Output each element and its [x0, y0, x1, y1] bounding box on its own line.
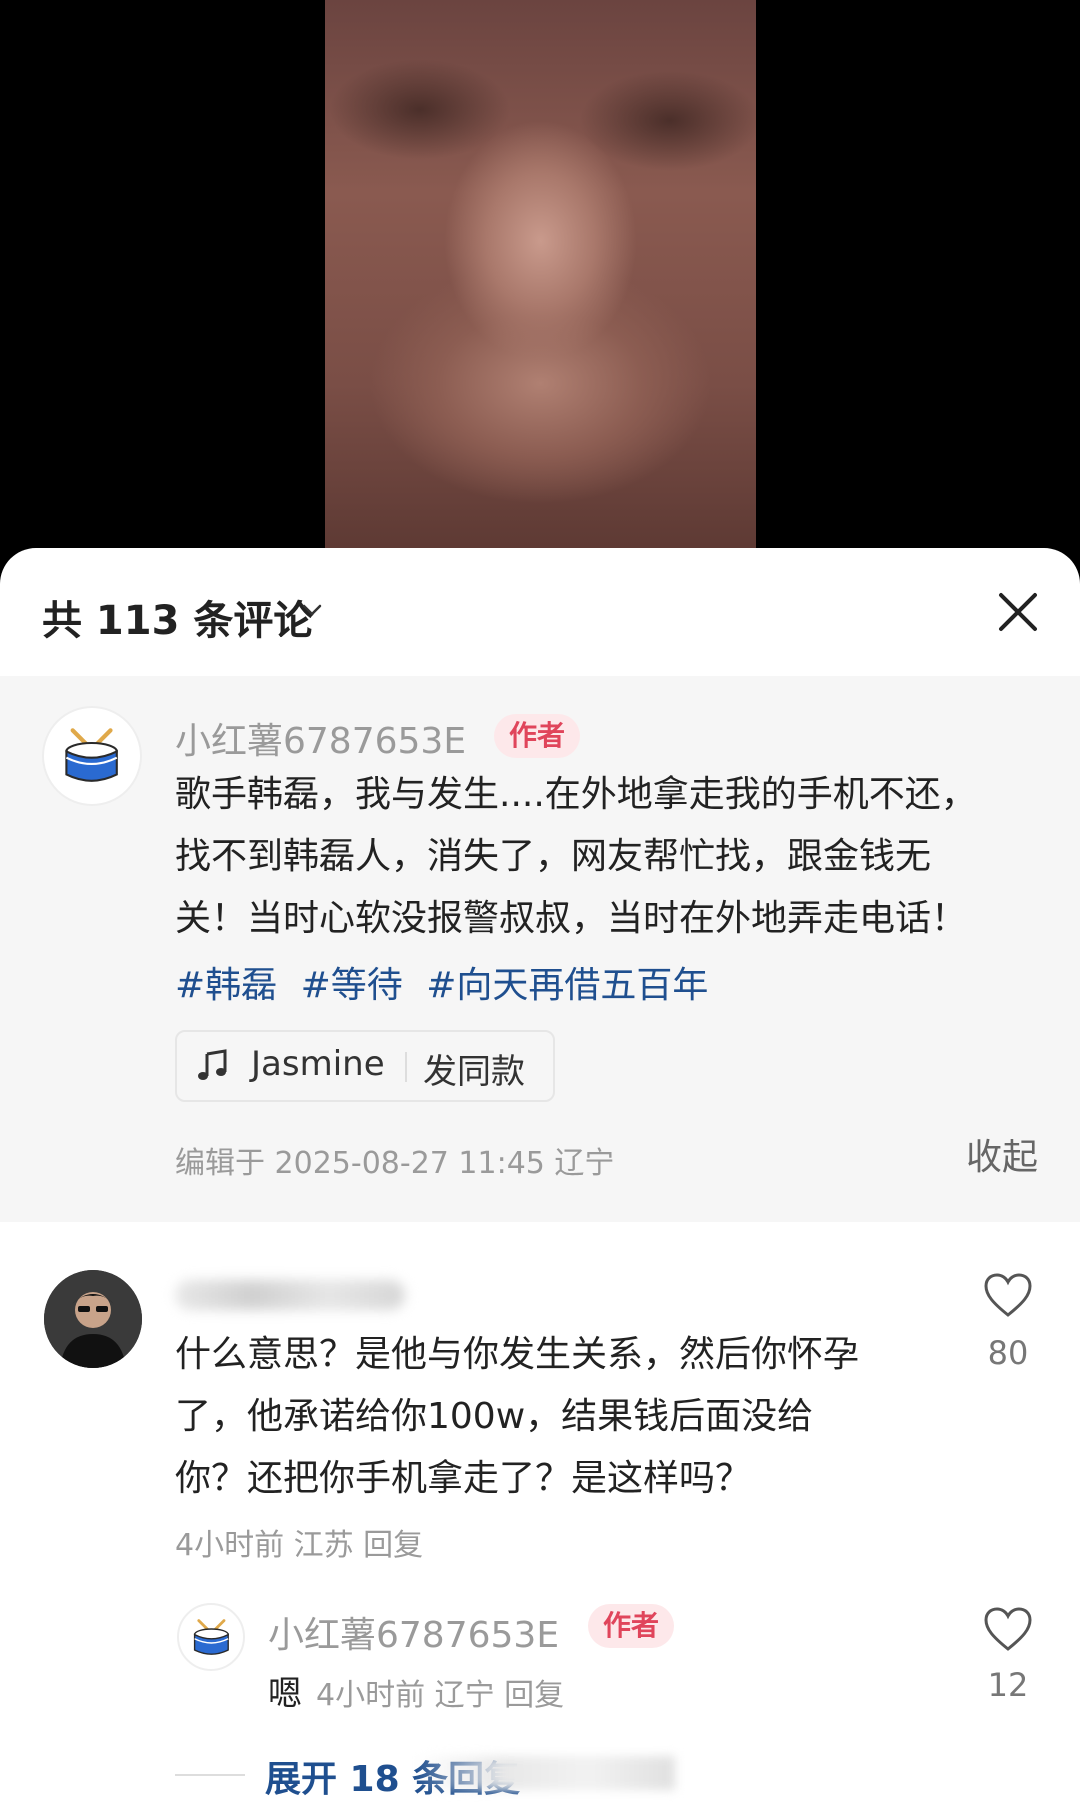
edited-timestamp: 编辑于 2025-08-27 11:45 辽宁 — [175, 1146, 615, 1181]
comment-text: 什么意思？是他与你发生关系，然后你怀孕 了，他承诺给你100w，结果钱后面没给 … — [175, 1324, 859, 1510]
heart-icon[interactable] — [983, 1606, 1033, 1652]
expand-replies[interactable]: 展开 18 条回复 — [175, 1754, 895, 1802]
commenter-avatar[interactable] — [44, 1270, 142, 1368]
divider — [405, 1052, 407, 1082]
author-avatar[interactable] — [42, 706, 142, 806]
use-music-button[interactable]: 发同款 — [423, 1044, 525, 1093]
collapse-button[interactable]: 收起 — [966, 1128, 1038, 1180]
blur-overlay — [415, 1756, 675, 1790]
music-chip[interactable]: Jasmine 发同款 — [175, 1030, 555, 1102]
comment-count[interactable]: 共 113 条评论 — [42, 588, 313, 646]
music-note-icon — [198, 1049, 227, 1080]
hashtag-link[interactable]: #向天再借五百年 — [426, 965, 708, 1006]
close-button[interactable] — [994, 588, 1042, 636]
chevron-down-icon[interactable] — [300, 598, 324, 622]
author-username[interactable]: 小红薯6787653E — [175, 712, 466, 764]
video-player[interactable] — [0, 0, 1080, 560]
hashtag-link[interactable]: #等待 — [301, 965, 403, 1006]
reply-meta[interactable]: 4小时前 辽宁 回复 — [316, 1670, 564, 1714]
reply-avatar[interactable] — [177, 1603, 245, 1671]
text-line: 你？还把你手机拿走了？是这样吗？ — [175, 1458, 752, 1499]
drum-icon — [193, 1618, 229, 1655]
drum-icon — [65, 728, 119, 783]
comment-meta[interactable]: 4小时前 江苏 回复 — [175, 1520, 423, 1564]
commenter-username[interactable] — [175, 1280, 405, 1310]
divider — [175, 1774, 245, 1776]
text-line: 找不到韩磊人，消失了，网友帮忙找，跟金钱无 — [175, 836, 932, 877]
video-frame — [325, 0, 756, 548]
avatar-photo — [44, 1270, 142, 1368]
heart-icon[interactable] — [983, 1272, 1033, 1318]
hashtag-row: #韩磊 #等待 #向天再借五百年 — [175, 956, 720, 1008]
author-badge: 作者 — [588, 1604, 674, 1648]
like-count: 12 — [987, 1666, 1029, 1704]
author-badge: 作者 — [494, 714, 580, 758]
reply-username[interactable]: 小红薯6787653E — [268, 1606, 559, 1658]
like-count: 80 — [987, 1334, 1029, 1372]
text-line: 歌手韩磊，我与发生....在外地拿走我的手机不还， — [175, 774, 977, 815]
text-line: 关！当时心软没报警叔叔，当时在外地弄走电话！ — [175, 898, 968, 939]
text-line: 什么意思？是他与你发生关系，然后你怀孕 — [175, 1334, 860, 1375]
comments-header: 共 113 条评论 — [0, 548, 1080, 676]
hashtag-link[interactable]: #韩磊 — [175, 965, 277, 1006]
text-line: 了，他承诺给你100w，结果钱后面没给 — [175, 1396, 814, 1437]
reply-text: 嗯 — [268, 1674, 302, 1714]
pinned-comment-text: 歌手韩磊，我与发生....在外地拿走我的手机不还， 找不到韩磊人，消失了，网友帮… — [175, 764, 977, 950]
music-name: Jasmine — [251, 1044, 385, 1084]
